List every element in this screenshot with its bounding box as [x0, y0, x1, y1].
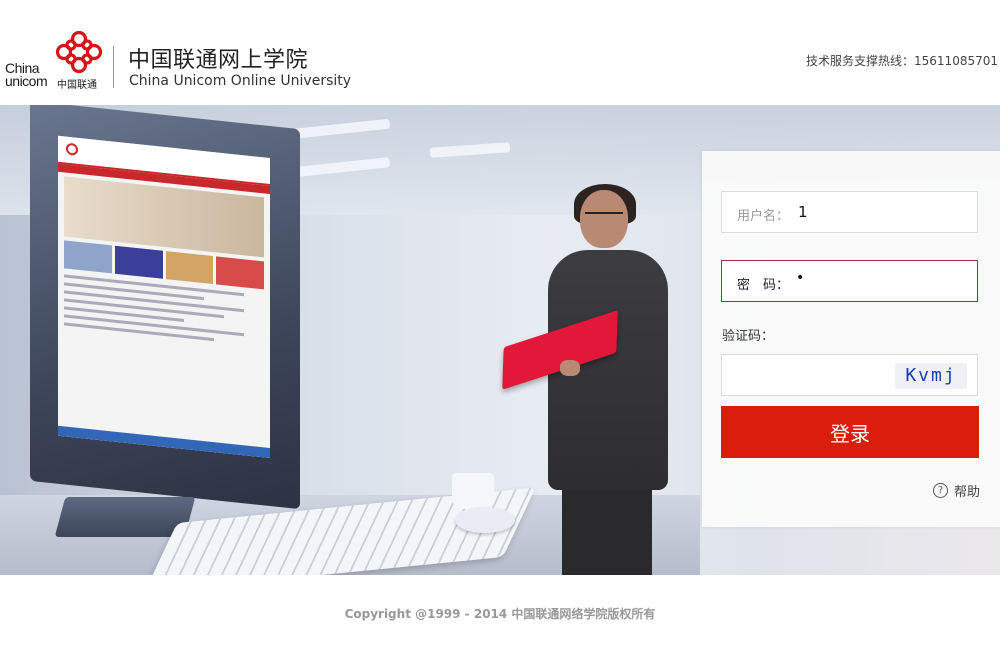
monitor-illustration: [30, 105, 300, 510]
hotline-label: 技术服务支撑热线：: [806, 54, 915, 68]
logo-text-unicom: unicom: [5, 73, 48, 89]
password-value[interactable]: •: [796, 270, 804, 286]
question-circle-icon: ?: [932, 483, 948, 498]
username-label: 用户名：: [737, 209, 790, 224]
captcha-row: Kvmj: [721, 354, 978, 397]
page-header: China unicom 中国联通 中国联通网上学院 China Unicom …: [0, 0, 1000, 105]
username-value[interactable]: 1: [798, 203, 808, 221]
china-unicom-logo[interactable]: China unicom 中国联通: [5, 30, 110, 91]
site-title-en: China Unicom Online University: [129, 73, 352, 89]
unicom-knot-icon: [55, 30, 103, 74]
password-field[interactable]: 密 码： •: [721, 260, 978, 302]
username-field[interactable]: 用户名： 1: [721, 191, 978, 233]
cup-illustration: [452, 473, 494, 509]
captcha-label: 验证码：: [722, 329, 775, 344]
site-title-cn: 中国联通网上学院: [128, 48, 309, 73]
password-label: 密 码：: [737, 278, 790, 293]
captcha-input[interactable]: [722, 355, 894, 397]
login-button[interactable]: 登录: [721, 406, 979, 458]
monitor-screen: [58, 135, 270, 459]
support-hotline: 技术服务支撑热线：15611085701: [806, 52, 998, 69]
help-link[interactable]: ? 帮助: [932, 481, 980, 500]
logo-text-cn: 中国联通: [57, 80, 97, 91]
captcha-image[interactable]: Kvmj: [895, 363, 967, 389]
page-footer: Copyright @1999 - 2014 中国联通网络学院版权所有: [0, 575, 1000, 660]
mouse-illustration: [455, 507, 515, 533]
logo-divider: [113, 46, 114, 88]
login-panel: 用户名： 1 密 码： • 验证码： Kvmj 登录 ? 帮助: [702, 151, 1000, 527]
woman-illustration: [502, 180, 700, 575]
hotline-number: 15611085701: [914, 54, 998, 68]
copyright-text: Copyright @1999 - 2014 中国联通网络学院版权所有: [344, 607, 656, 621]
help-label[interactable]: 帮助: [954, 481, 980, 500]
